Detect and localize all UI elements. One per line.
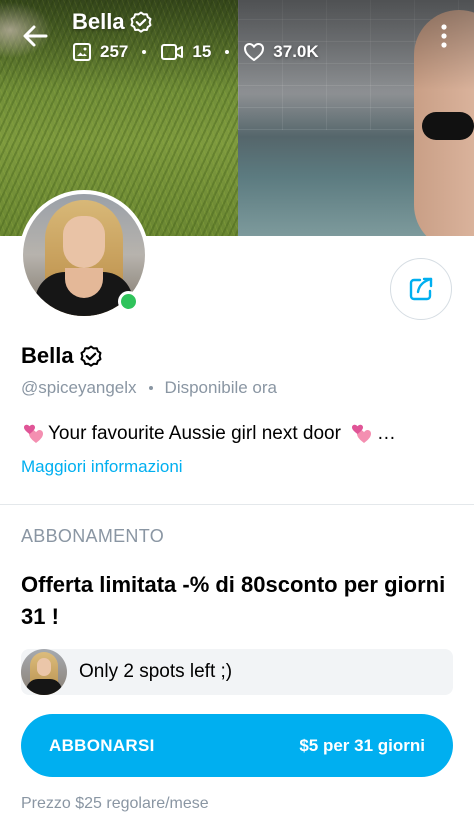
heart-icon	[244, 43, 265, 61]
more-options-button[interactable]	[434, 20, 454, 52]
two-hearts-emoji-icon	[24, 424, 43, 443]
section-divider	[0, 504, 474, 505]
photos-count: 257	[100, 42, 129, 61]
subscribe-label: ABBONARSI	[49, 735, 155, 755]
profile-handle: @spiceyangelx	[21, 378, 137, 397]
offer-text: Offerta limitata -% di 80sconto per gior…	[21, 572, 446, 629]
arrow-left-icon	[23, 25, 48, 47]
share-button[interactable]	[390, 258, 452, 320]
share-icon	[409, 277, 433, 301]
spots-left-banner: Only 2 spots left ;)	[21, 649, 453, 695]
availability-status: Disponibile ora	[164, 378, 277, 397]
regular-price: Prezzo $25 regolare/mese	[21, 795, 209, 812]
image-icon	[73, 43, 91, 61]
back-button[interactable]	[16, 16, 56, 56]
more-vertical-icon	[441, 24, 447, 48]
likes-stat: 37.0K	[243, 42, 319, 62]
videos-count: 15	[192, 42, 212, 61]
bio-text: Your favourite Aussie girl next door	[48, 423, 341, 444]
verified-badge-icon	[130, 11, 152, 33]
bio-ellipsis: …	[376, 423, 396, 444]
videos-stat: 15	[160, 42, 211, 62]
profile-stats: 257 15 37.0K	[72, 40, 319, 64]
online-status-dot	[118, 291, 139, 312]
spots-left-text: Only 2 spots left ;)	[79, 661, 233, 682]
photos-stat: 257	[72, 42, 128, 62]
profile-bio: Your favourite Aussie girl next door …	[21, 422, 396, 446]
more-info-link[interactable]: Maggiori informazioni	[21, 457, 183, 477]
header-title: Bella	[72, 9, 125, 34]
verified-badge-icon	[80, 345, 102, 367]
handle-row: @spiceyangelx Disponibile ora	[21, 378, 277, 398]
subscribe-button[interactable]: ABBONARSI $5 per 31 giorni	[21, 714, 453, 777]
subscribe-price: $5 per 31 giorni	[299, 735, 425, 755]
two-hearts-emoji-icon	[351, 424, 371, 443]
likes-count: 37.0K	[273, 42, 319, 61]
video-icon	[161, 44, 184, 60]
subscription-heading: ABBONAMENTO	[21, 526, 164, 546]
profile-name: Bella	[21, 343, 74, 368]
avatar	[21, 649, 67, 695]
